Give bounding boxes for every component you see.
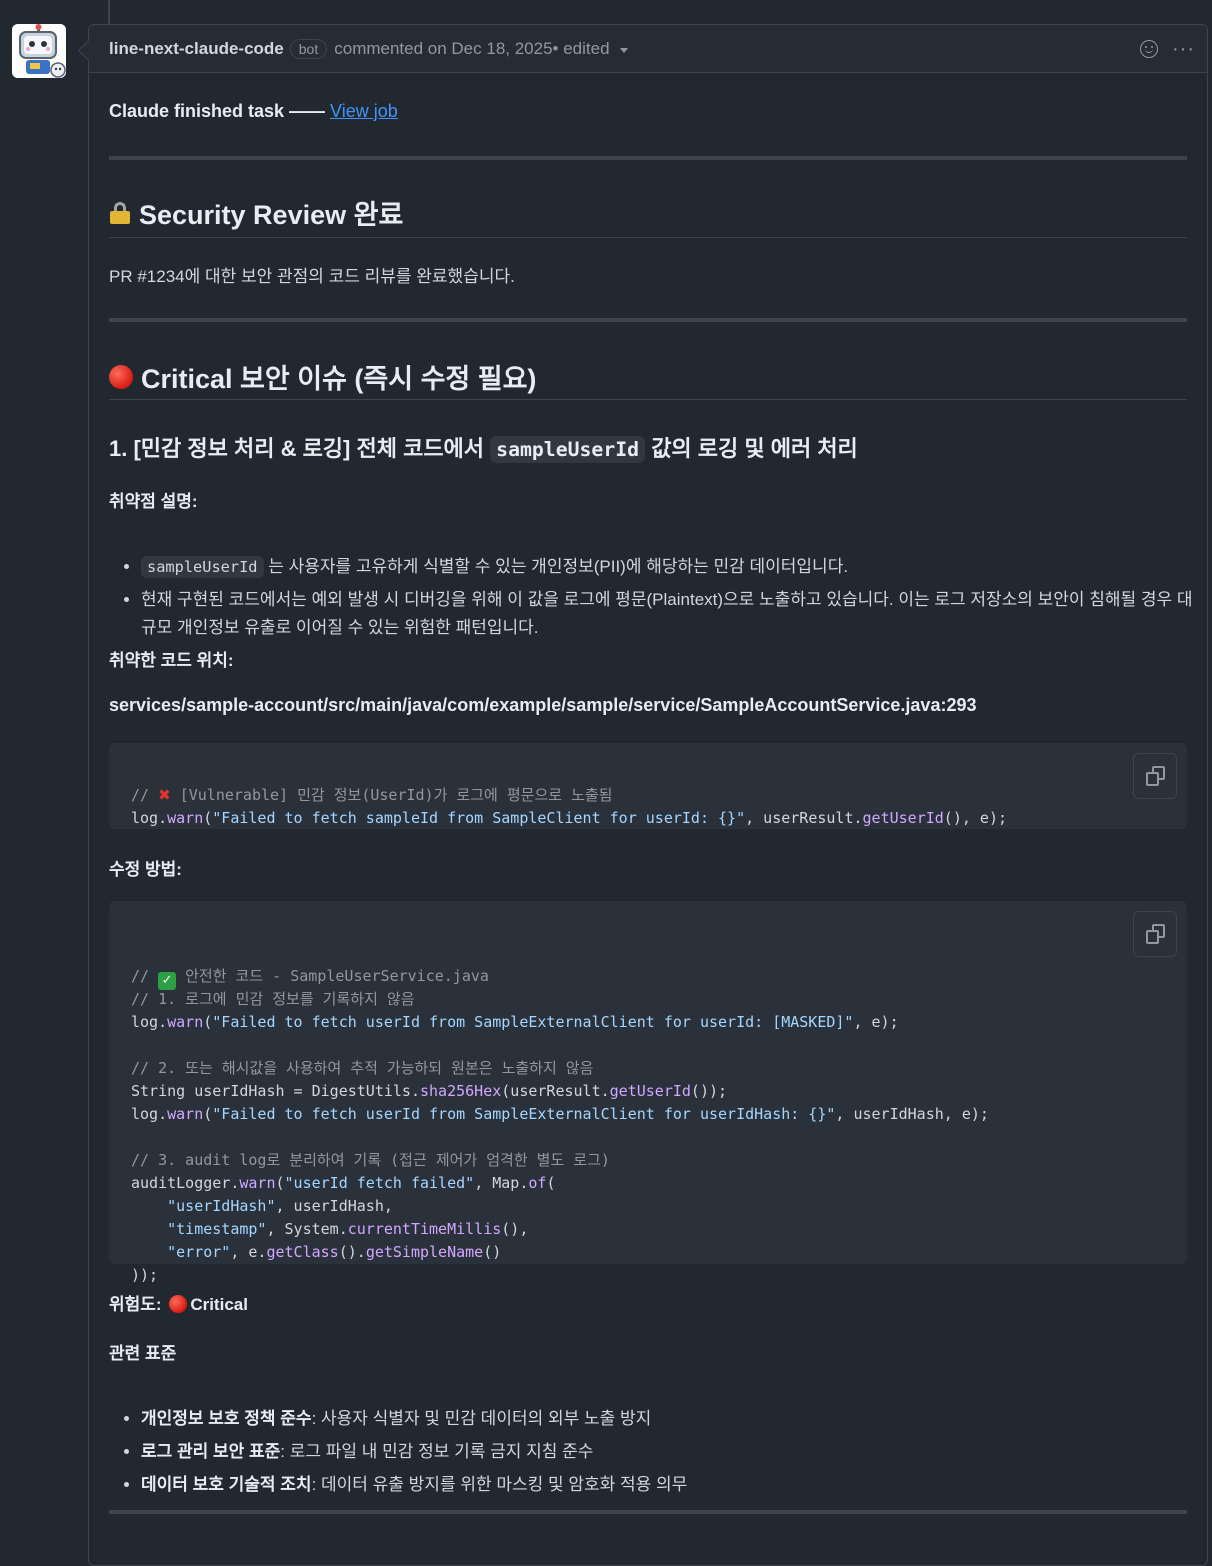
issue1-suffix: 값의 로깅 및 에러 처리 [645,436,858,461]
risk-label: 위험도: [109,1295,167,1314]
code-line: // 1. 로그에 민감 정보를 기록하지 않음 [131,990,415,1008]
timeline-line [108,0,110,24]
risk-value: Critical [190,1295,248,1314]
heading-underline [109,399,1187,400]
edited-dropdown[interactable]: • edited [553,39,628,59]
issue1-heading: 1. [민감 정보 처리 & 로깅] 전체 코드에서 sampleUserId … [109,431,1187,463]
code-line: log.warn("Failed to fetch userId from Sa… [131,1105,989,1123]
chevron-down-icon [619,48,628,53]
intro-text: Claude finished task —— [109,101,331,121]
comment-card: line-next-claude-code bot commented on D… [88,24,1208,1566]
more-options-icon[interactable]: ··· [1172,39,1195,59]
vuln-list: sampleUserId 는 사용자를 고유하게 식별할 수 있는 개인정보(P… [109,553,1203,647]
list-item-text: 현재 구현된 코드에서는 예외 발생 시 디버깅을 위해 이 값을 로그에 평문… [141,590,1193,637]
vulnerable-code-block[interactable]: // ✖ [Vulnerable] 민감 정보(UserId)가 로그에 평문으… [109,743,1187,829]
code-line: auditLogger.warn("userId fetch failed", … [131,1174,556,1192]
divider [109,318,1187,322]
standards-label: 관련 표준 [109,1344,177,1363]
red-circle-icon [169,1295,188,1313]
divider [109,156,1187,160]
standard-text: : 사용자 식별자 및 민감 데이터의 외부 노출 방지 [311,1409,652,1428]
lock-icon [109,201,131,224]
red-circle-icon [109,364,133,389]
code-line: "userIdHash", userIdHash, [167,1197,393,1215]
code-line: "timestamp", System.currentTimeMillis(), [167,1220,529,1238]
list-item: sampleUserId 는 사용자를 고유하게 식별할 수 있는 개인정보(P… [141,553,1203,581]
code-line: String userIdHash = DigestUtils.sha256He… [131,1082,728,1100]
comment-timestamp[interactable]: commented on Dec 18, 2025 [334,39,552,59]
code-line: // 2. 또는 해시값을 사용하여 추적 가능하되 원본은 노출하지 않음 [131,1059,594,1077]
standard-title: 데이터 보호 기술적 조치 [141,1475,312,1494]
location-path: services/sample-account/src/main/java/co… [109,695,977,715]
standard-text: : 데이터 유출 방지를 위한 마스킹 및 암호화 적용 의무 [311,1475,688,1494]
standard-title: 개인정보 보호 정책 준수 [141,1409,312,1428]
list-item: 로그 관리 보안 표준: 로그 파일 내 민감 정보 기록 금지 지침 준수 [141,1438,1187,1466]
standard-text: : 로그 파일 내 민감 정보 기록 금지 지침 준수 [280,1442,594,1461]
edited-label: • edited [552,38,610,58]
comment-author[interactable]: line-next-claude-code [109,39,284,59]
issue1-code: sampleUserId [490,436,646,463]
vuln-desc-label: 취약점 설명: [109,492,198,511]
list-item-text: 는 사용자를 고유하게 식별할 수 있는 개인정보(PII)에 해당하는 민감 … [263,557,849,576]
location-label: 취약한 코드 위치: [109,651,234,670]
divider [109,1510,1187,1514]
robot-avatar-icon [12,24,66,78]
list-item: 현재 구현된 코드에서는 예외 발생 시 디버깅을 위해 이 값을 로그에 평문… [141,586,1203,642]
add-reaction-icon[interactable] [1140,39,1159,58]
fixed-code-content: // ✓ 안전한 코드 - SampleUserService.java// 1… [131,965,1165,1287]
fix-label: 수정 방법: [109,860,182,879]
copy-button[interactable] [1133,753,1177,799]
issue1-prefix: 1. [민감 정보 처리 & 로깅] 전체 코드에서 [109,436,491,461]
standard-title: 로그 관리 보안 표준 [141,1442,281,1461]
code-line: )); [131,1266,159,1284]
copy-button[interactable] [1133,911,1177,957]
list-item: 데이터 보호 기술적 조치: 데이터 유출 방지를 위한 마스킹 및 암호화 적… [141,1471,1187,1499]
view-job-link[interactable]: View job [330,101,398,121]
code-line: "error", e.getClass().getSimpleName() [167,1243,502,1261]
list-item: 개인정보 보호 정책 준수: 사용자 식별자 및 민감 데이터의 외부 노출 방… [141,1405,1187,1433]
security-review-body: PR #1234에 대한 보안 관점의 코드 리뷰를 완료했습니다. [109,267,515,286]
heading-underline [109,237,1187,238]
standards-list: 개인정보 보호 정책 준수: 사용자 식별자 및 민감 데이터의 외부 노출 방… [109,1405,1187,1504]
intro-line: Claude finished task —— View job [109,99,1187,123]
security-review-title: Security Review 완료 [139,200,404,230]
fixed-code-block[interactable]: // ✓ 안전한 코드 - SampleUserService.java// 1… [109,901,1187,1284]
bot-badge: bot [289,38,328,59]
bot-avatar[interactable] [12,24,66,78]
critical-title: Critical 보안 이슈 (즉시 수정 필요) [141,364,537,394]
code-line: // ✓ 안전한 코드 - SampleUserService.java [131,967,489,990]
risk-line: 위험도: Critical [109,1290,1187,1315]
code-line: // 3. audit log로 분리하여 기록 (접근 제어가 엄격한 별도 … [131,1151,610,1169]
critical-heading: Critical 보안 이슈 (즉시 수정 필요) [109,357,1187,396]
comment-header: line-next-claude-code bot commented on D… [89,25,1207,73]
inline-code: sampleUserId [141,556,264,578]
code-line: log.warn("Failed to fetch userId from Sa… [131,1013,899,1031]
cross-mark-icon: ✖ [158,786,171,804]
security-review-heading: Security Review 완료 [109,193,1187,232]
code-comment: // ✖ [Vulnerable] 민감 정보(UserId)가 로그에 평문으… [131,786,613,804]
